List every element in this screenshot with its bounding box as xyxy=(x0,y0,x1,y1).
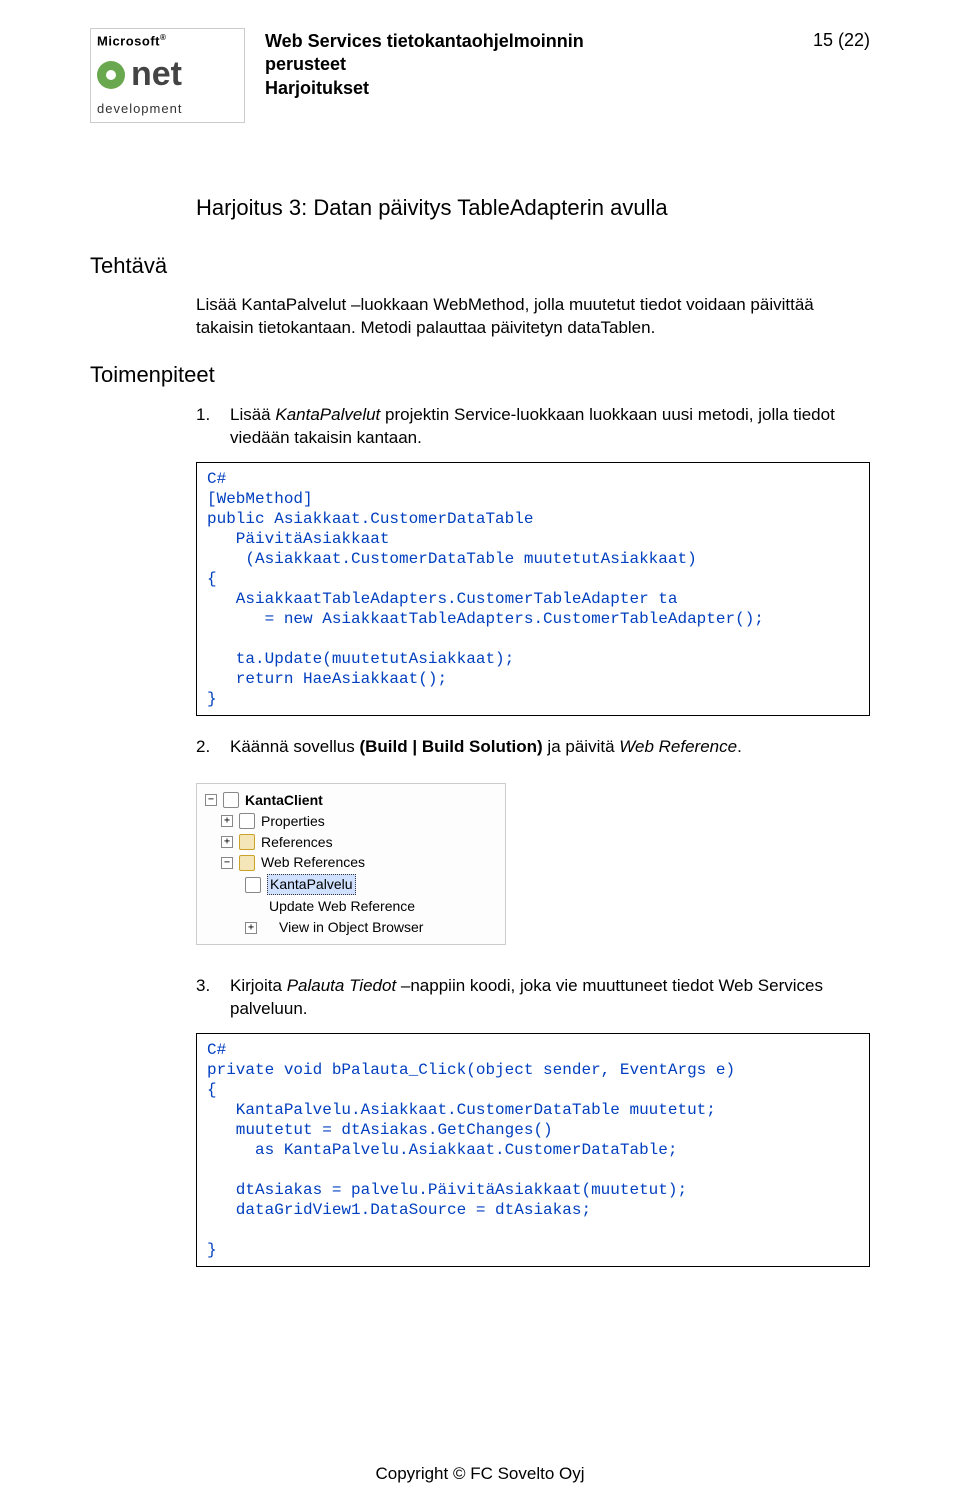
context-menu-update-label: Update Web Reference xyxy=(269,897,415,916)
expander-icon: − xyxy=(205,794,217,806)
webref-icon xyxy=(245,877,261,893)
tree-web-references: − Web References xyxy=(201,852,501,873)
tree-kantapalvelu-label: KantaPalvelu xyxy=(267,874,356,895)
exercise-title: Harjoitus 3: Datan päivitys TableAdapter… xyxy=(196,193,870,223)
step-3-number: 3. xyxy=(196,975,216,1021)
tree-web-references-label: Web References xyxy=(261,853,365,872)
tree-root: − KantaClient xyxy=(201,790,501,811)
step-2-end: . xyxy=(737,737,742,756)
step-3-text: Kirjoita Palauta Tiedot –nappiin koodi, … xyxy=(230,975,870,1021)
step-3-ital: Palauta Tiedot xyxy=(287,976,396,995)
title-line-2: perusteet xyxy=(265,53,793,76)
expander-icon: + xyxy=(221,815,233,827)
code-block-2: C# private void bPalauta_Click(object se… xyxy=(196,1033,870,1267)
logo-ms-text: Microsoft® xyxy=(97,33,238,48)
project-icon xyxy=(223,792,239,808)
document-title: Web Services tietokantaohjelmoinnin peru… xyxy=(265,28,793,100)
step-3: 3. Kirjoita Palauta Tiedot –nappiin kood… xyxy=(196,975,870,1021)
dotnet-logo: Microsoft® net development xyxy=(90,28,245,123)
step-2-number: 2. xyxy=(196,736,216,759)
step-2: 2. Käännä sovellus (Build | Build Soluti… xyxy=(196,736,870,759)
logo-dev-text: development xyxy=(97,101,238,116)
page-header: Microsoft® net development Web Services … xyxy=(90,28,870,123)
expander-icon: − xyxy=(221,857,233,869)
solution-explorer-screenshot: − KantaClient + Properties + References … xyxy=(196,783,870,945)
expander-icon: + xyxy=(245,922,257,934)
tree-properties: + Properties xyxy=(201,811,501,832)
context-menu-view-browser-label: View in Object Browser xyxy=(279,918,423,937)
section-steps-label: Toimenpiteet xyxy=(90,360,870,390)
tree-root-label: KantaClient xyxy=(245,791,323,810)
tree-properties-label: Properties xyxy=(261,812,325,831)
logo-net-text: net xyxy=(131,55,182,94)
context-menu-update[interactable]: Update Web Reference xyxy=(201,896,501,917)
step-2-text: Käännä sovellus (Build | Build Solution)… xyxy=(230,736,870,759)
step-3-pre: Kirjoita xyxy=(230,976,287,995)
code-block-1: C# [WebMethod] public Asiakkaat.Customer… xyxy=(196,462,870,716)
tree-references-label: References xyxy=(261,833,333,852)
step-2-bold: (Build | Build Solution) xyxy=(359,737,542,756)
folder-icon xyxy=(239,834,255,850)
context-menu-view-browser[interactable]: + View in Object Browser xyxy=(201,917,501,938)
step-1-number: 1. xyxy=(196,404,216,450)
title-line-1: Web Services tietokantaohjelmoinnin xyxy=(265,30,793,53)
step-1-text: Lisää KantaPalvelut projektin Service-lu… xyxy=(230,404,870,450)
logo-dot-icon xyxy=(97,61,125,89)
page-number: 15 (22) xyxy=(813,28,870,51)
expander-icon: + xyxy=(221,836,233,848)
step-2-ital: Web Reference xyxy=(619,737,737,756)
step-2-mid: ja päivitä xyxy=(543,737,620,756)
title-line-3: Harjoitukset xyxy=(265,77,793,100)
task-paragraph: Lisää KantaPalvelut –luokkaan WebMethod,… xyxy=(196,294,870,340)
section-task-label: Tehtävä xyxy=(90,251,870,281)
step-1-pre: Lisää xyxy=(230,405,275,424)
tree-references: + References xyxy=(201,832,501,853)
step-2-pre: Käännä sovellus xyxy=(230,737,359,756)
page-footer: Copyright © FC Sovelto Oyj xyxy=(0,1464,960,1484)
step-1: 1. Lisää KantaPalvelut projektin Service… xyxy=(196,404,870,450)
properties-icon xyxy=(239,813,255,829)
step-1-ital: KantaPalvelut xyxy=(275,405,380,424)
tree-kantapalvelu: KantaPalvelu xyxy=(201,873,501,896)
folder-icon xyxy=(239,855,255,871)
